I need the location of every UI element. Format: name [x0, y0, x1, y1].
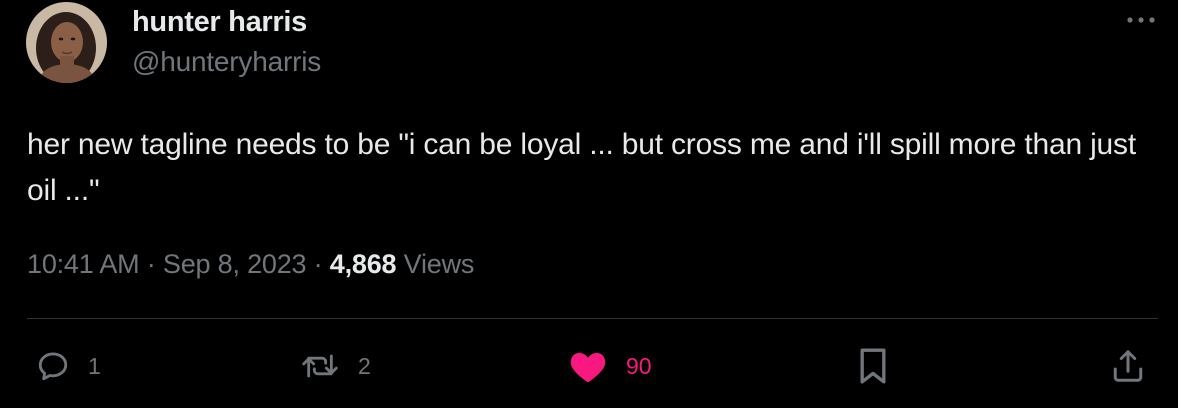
tweet-text: her new tagline needs to be "i can be lo… — [27, 128, 1136, 207]
like-button[interactable]: 90 — [568, 346, 652, 386]
divider — [27, 318, 1158, 319]
views-label[interactable]: Views — [404, 249, 475, 279]
bookmark-icon — [860, 348, 886, 384]
tweet-date[interactable]: Sep 8, 2023 — [163, 249, 307, 279]
bookmark-button[interactable] — [856, 346, 890, 386]
reply-icon — [38, 352, 68, 381]
meta-separator: · — [313, 249, 323, 279]
reply-button[interactable]: 1 — [36, 346, 101, 386]
more-options-button[interactable] — [1124, 8, 1158, 32]
reply-count: 1 — [88, 352, 101, 379]
tweet-meta: 10:41 AM · Sep 8, 2023 · 4,868 Views — [27, 249, 474, 280]
views-count[interactable]: 4,868 — [330, 249, 397, 279]
share-button[interactable] — [1110, 346, 1146, 386]
retweet-count: 2 — [358, 352, 371, 379]
retweet-icon — [302, 354, 338, 378]
avatar-photo-icon — [26, 2, 107, 83]
tweet-time[interactable]: 10:41 AM — [27, 249, 140, 279]
author-display-name[interactable]: hunter harris — [132, 6, 307, 39]
like-count: 90 — [626, 352, 652, 379]
tweet-card: hunter harris @hunteryharris her new tag… — [0, 0, 1178, 408]
meta-separator: · — [146, 249, 156, 279]
share-icon — [1113, 350, 1143, 382]
author-handle[interactable]: @hunteryharris — [132, 46, 321, 78]
retweet-button[interactable]: 2 — [300, 346, 371, 386]
ellipsis-icon — [1127, 17, 1155, 23]
heart-icon — [570, 352, 606, 383]
author-avatar[interactable] — [26, 2, 107, 83]
